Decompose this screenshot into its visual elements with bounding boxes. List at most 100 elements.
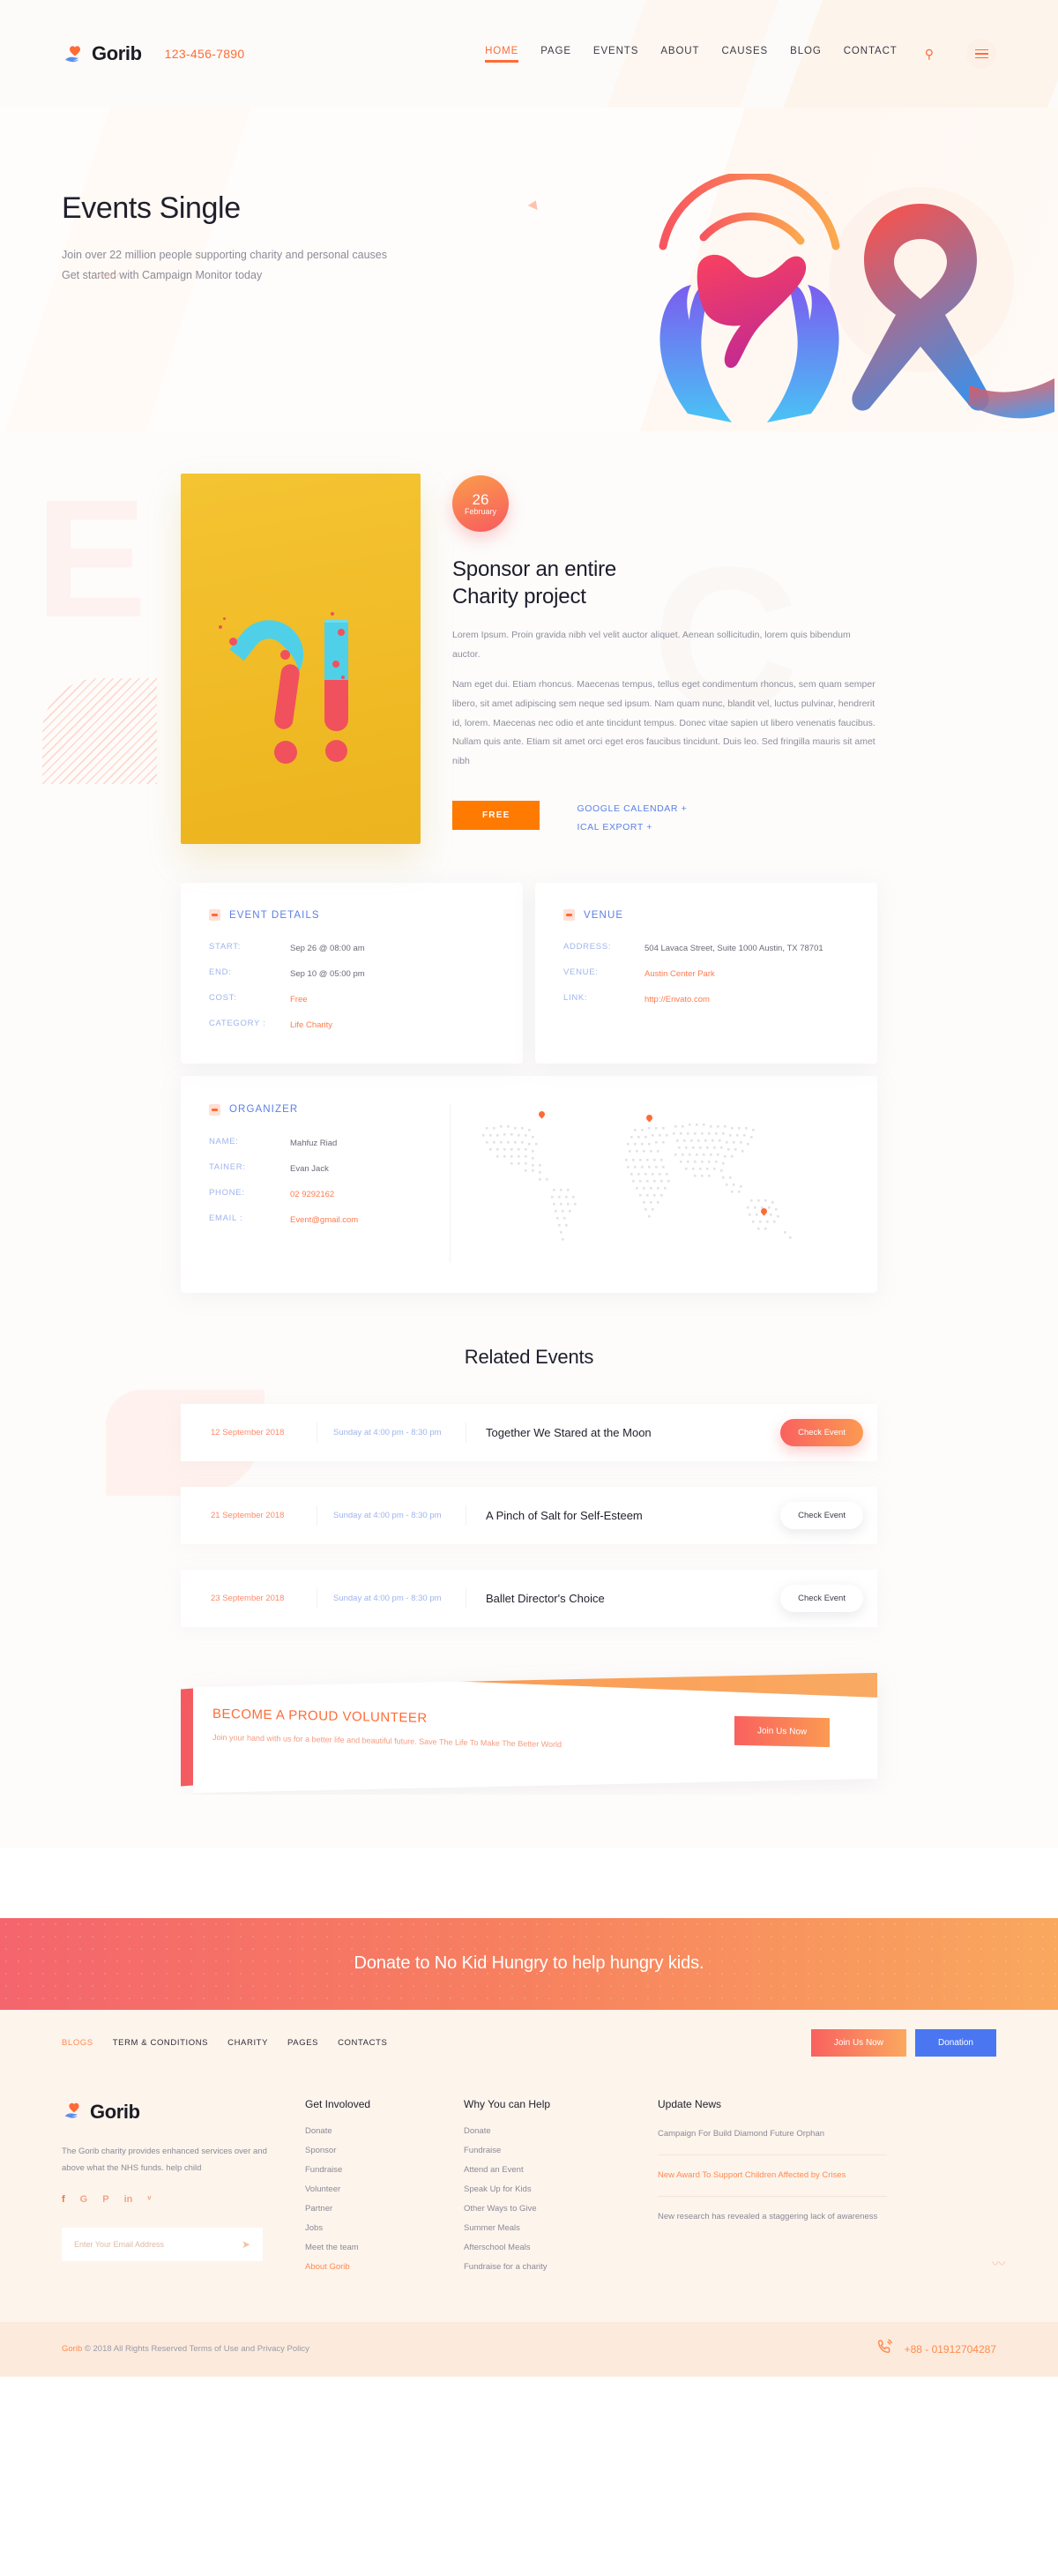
- related-event-row[interactable]: 12 September 2018 Sunday at 4:00 pm - 8:…: [181, 1403, 877, 1461]
- footer-item-summer-meals[interactable]: Summer Meals: [464, 2223, 622, 2233]
- footer-item-speak-up-for-kids[interactable]: Speak Up for Kids: [464, 2184, 622, 2194]
- footer-brand-link[interactable]: Gorib: [62, 2098, 305, 2127]
- world-map-icon: [470, 1104, 849, 1263]
- hero-subtitle: Join over 22 million people supporting c…: [62, 245, 996, 286]
- check-event-button[interactable]: Check Event: [780, 1501, 863, 1529]
- related-event-date: 21 September 2018: [211, 1510, 285, 1520]
- related-event-time: Sunday at 4:00 pm - 8:30 pm: [317, 1505, 466, 1526]
- ical-export-link[interactable]: ICAL EXPORT +: [577, 822, 687, 833]
- venue-value[interactable]: http://Envato.com: [644, 993, 710, 1007]
- footer-donation-button[interactable]: Donation: [914, 2029, 996, 2057]
- footer-why-help-column: Why You can Help Donate Fundraise Attend…: [464, 2098, 622, 2281]
- detail-row-cost: COST: Free: [209, 993, 495, 1007]
- google-plus-icon[interactable]: G: [80, 2194, 88, 2205]
- pinterest-icon[interactable]: P: [102, 2194, 108, 2205]
- footer-news-item[interactable]: New Award To Support Children Affected b…: [658, 2168, 887, 2197]
- footer-item-fundraise-for-a-charity[interactable]: Fundraise for a charity: [464, 2262, 622, 2272]
- donate-banner-text: Donate to No Kid Hungry to help hungry k…: [354, 1953, 704, 1974]
- price-free-button[interactable]: FREE: [452, 801, 540, 831]
- search-icon[interactable]: ⚲: [925, 47, 934, 62]
- facebook-icon[interactable]: f: [62, 2194, 65, 2205]
- nav-item-blog[interactable]: BLOG: [790, 46, 822, 63]
- linkedin-icon[interactable]: in: [124, 2194, 133, 2205]
- related-event-row[interactable]: 23 September 2018 Sunday at 4:00 pm - 8:…: [181, 1569, 877, 1627]
- check-event-button[interactable]: Check Event: [780, 1584, 863, 1612]
- organizer-title: ORGANIZER: [229, 1104, 299, 1116]
- footer-item-other-ways-to-give[interactable]: Other Ways to Give: [464, 2204, 622, 2214]
- venue-label: LINK:: [563, 993, 588, 1004]
- venue-row-address: ADDRESS: 504 Lavaca Street, Suite 1000 A…: [563, 942, 849, 956]
- organizer-label: NAME:: [209, 1136, 239, 1146]
- map-pin-1[interactable]: [539, 1111, 545, 1117]
- organizer-value[interactable]: Event@gmail.com: [290, 1213, 358, 1228]
- related-event-time: Sunday at 4:00 pm - 8:30 pm: [317, 1422, 466, 1443]
- footer-phone-block[interactable]: +88 - 01912704287: [875, 2337, 996, 2361]
- twitter-icon[interactable]: ᵛ: [147, 2194, 151, 2205]
- footer-link-pages[interactable]: PAGES: [287, 2038, 318, 2048]
- footer-news-item[interactable]: Campaign For Build Diamond Future Orphan: [658, 2126, 887, 2155]
- hamburger-icon[interactable]: [966, 39, 996, 69]
- header-phone[interactable]: 123-456-7890: [165, 47, 245, 61]
- footer-item-sponsor[interactable]: Sponsor: [305, 2146, 464, 2155]
- footer-link-blogs[interactable]: BLOGS: [62, 2038, 93, 2048]
- venue-title: VENUE: [584, 909, 624, 921]
- organizer-row-tainer: TAINER: Evan Jack: [209, 1162, 450, 1176]
- event-date-badge: 26 February: [452, 475, 509, 532]
- detail-row-start: START: Sep 26 @ 08:00 am: [209, 942, 495, 956]
- send-plane-icon[interactable]: ➤: [242, 2238, 250, 2251]
- volunteer-orange-stripe: [454, 1672, 877, 1698]
- square-bullet-icon: [563, 909, 575, 921]
- footer-link-terms[interactable]: TERM & CONDITIONS: [113, 2038, 208, 2048]
- related-event-row[interactable]: 21 September 2018 Sunday at 4:00 pm - 8:…: [181, 1486, 877, 1544]
- footer-item-about-gorib[interactable]: About Gorib: [305, 2262, 464, 2272]
- map-pin-2[interactable]: [646, 1115, 652, 1121]
- footer-news-item[interactable]: New research has revealed a staggering l…: [658, 2209, 887, 2237]
- footer-item-donate[interactable]: Donate: [305, 2126, 464, 2136]
- footer-item-volunteer[interactable]: Volunteer: [305, 2184, 464, 2194]
- nav-item-page[interactable]: PAGE: [540, 46, 571, 63]
- detail-value: Sep 10 @ 05:00 pm: [290, 969, 365, 980]
- footer-item-donate[interactable]: Donate: [464, 2126, 622, 2136]
- squiggle-decoration: 〰: [991, 2256, 1005, 2272]
- venue-value[interactable]: Austin Center Park: [644, 967, 715, 982]
- footer-brand-column: Gorib The Gorib charity provides enhance…: [62, 2098, 305, 2281]
- check-event-button[interactable]: Check Event: [780, 1418, 863, 1446]
- footer-column-heading: Get Involoved: [305, 2097, 371, 2110]
- footer-link-charity[interactable]: CHARITY: [227, 2038, 268, 2048]
- related-event-time: Sunday at 4:00 pm - 8:30 pm: [317, 1587, 466, 1609]
- map-pin-3[interactable]: [761, 1208, 767, 1214]
- event-date-month: February: [464, 506, 496, 516]
- footer-item-attend-an-event[interactable]: Attend an Event: [464, 2165, 622, 2175]
- footer-item-fundraise[interactable]: Fundraise: [305, 2165, 464, 2175]
- brand-logo-link[interactable]: Gorib: [62, 41, 142, 67]
- detail-value: Sep 26 @ 08:00 am: [290, 944, 365, 953]
- volunteer-red-bar: [181, 1688, 193, 1787]
- organizer-value[interactable]: 02 9292162: [290, 1188, 334, 1202]
- detail-label: COST:: [209, 993, 237, 1004]
- newsletter-email-input[interactable]: [74, 2239, 242, 2249]
- footer-item-meet-the-team[interactable]: Meet the team: [305, 2243, 464, 2252]
- event-title-line2: Charity project: [452, 584, 586, 609]
- event-info-cards: EVENT DETAILS START: Sep 26 @ 08:00 am E…: [181, 883, 877, 1064]
- nav-item-home[interactable]: HOME: [485, 46, 519, 63]
- related-events-title: Related Events: [464, 1345, 594, 1368]
- nav-item-events[interactable]: EVENTS: [593, 46, 638, 63]
- nav-item-causes[interactable]: CAUSES: [721, 46, 768, 63]
- newsletter-form: ➤: [62, 2227, 263, 2261]
- footer-link-contacts[interactable]: CONTACTS: [338, 2038, 387, 2048]
- volunteer-join-button[interactable]: Join Us Now: [734, 1715, 830, 1747]
- footer-columns: Gorib The Gorib charity provides enhance…: [62, 2077, 996, 2322]
- footer-item-fundraise[interactable]: Fundraise: [464, 2146, 622, 2155]
- footer-join-button[interactable]: Join Us Now: [810, 2029, 906, 2057]
- volunteer-banner: BECOME A PROUD VOLUNTEER Join your hand …: [181, 1672, 877, 1795]
- footer-item-jobs[interactable]: Jobs: [305, 2223, 464, 2233]
- brand-name: Gorib: [92, 42, 142, 64]
- nav-item-contact[interactable]: CONTACT: [844, 46, 898, 63]
- detail-value[interactable]: Life Charity: [290, 1019, 332, 1033]
- google-calendar-link[interactable]: GOOGLE CALENDAR +: [577, 803, 687, 814]
- event-title: Sponsor an entire Charity project: [452, 556, 877, 610]
- related-event-date: 23 September 2018: [211, 1593, 285, 1603]
- footer-item-afterschool-meals[interactable]: Afterschool Meals: [464, 2243, 622, 2252]
- footer-item-partner[interactable]: Partner: [305, 2204, 464, 2214]
- nav-item-about[interactable]: ABOUT: [660, 46, 699, 63]
